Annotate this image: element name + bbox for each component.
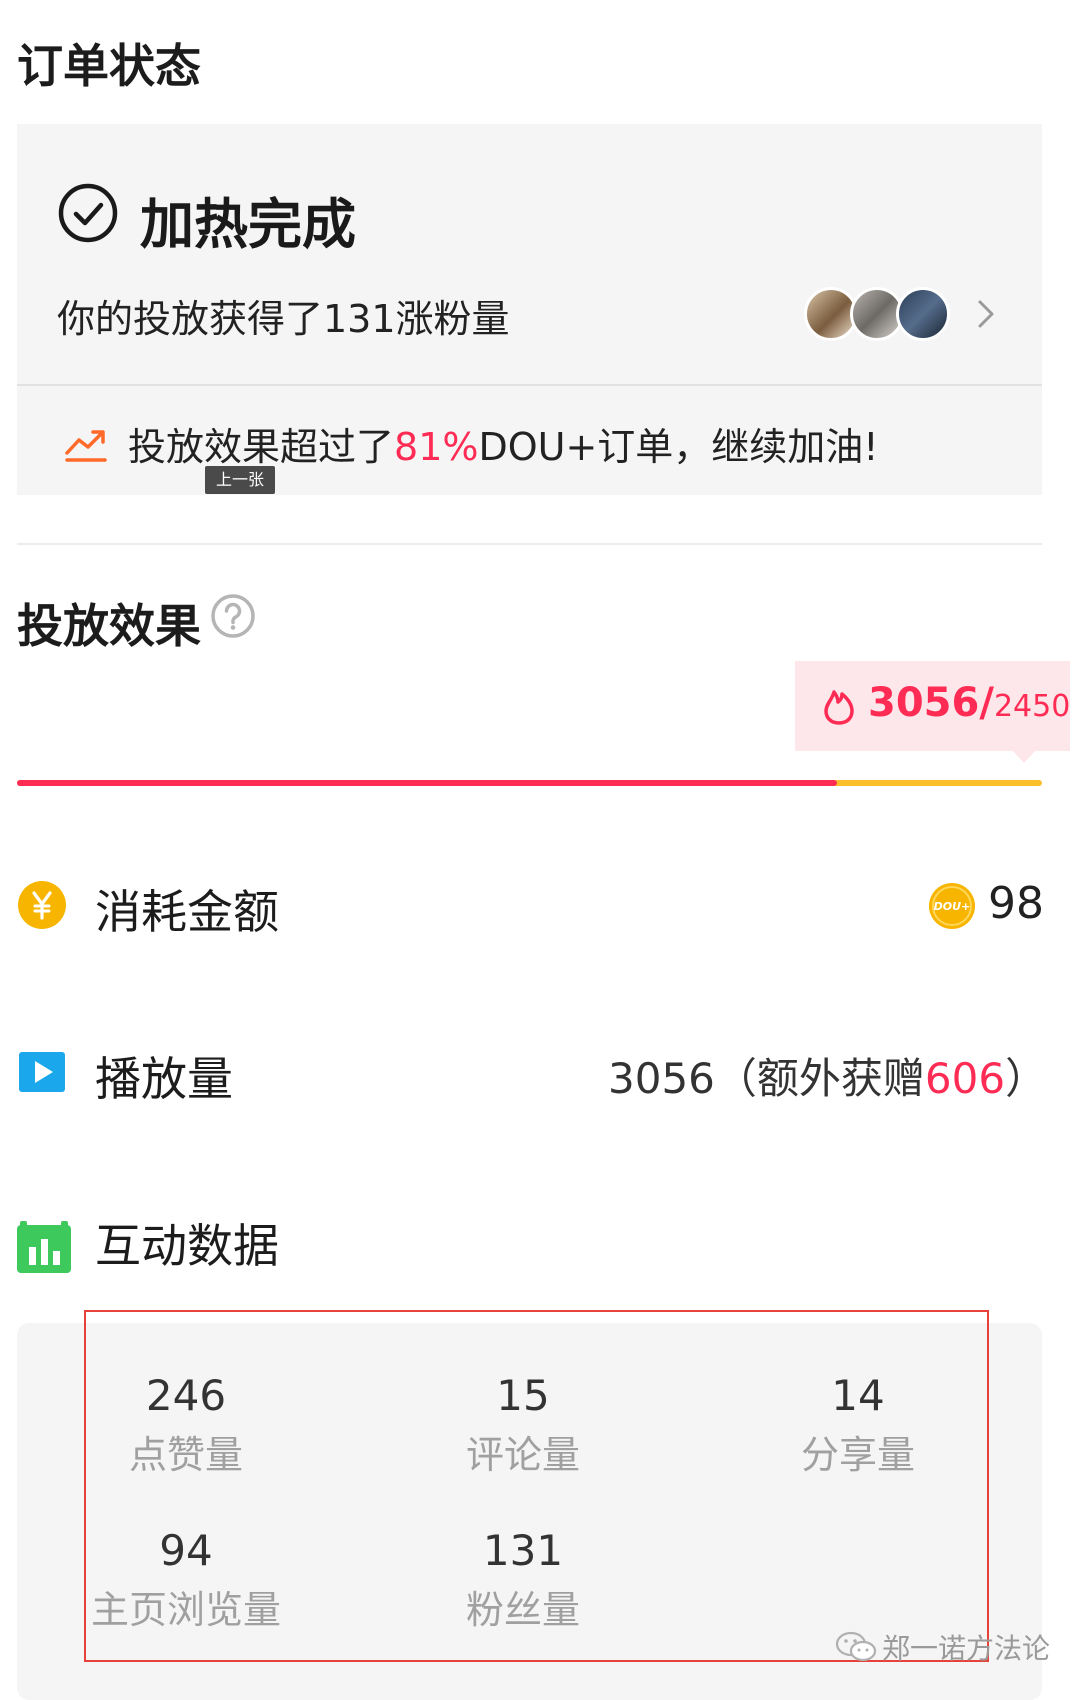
play-value: 3056（额外获赠606） [608, 1045, 1047, 1106]
order-status-title: 订单状态 [17, 39, 201, 93]
progress-fill [17, 780, 837, 786]
tip-prefix: 投放效果超过了 [128, 425, 395, 469]
svg-text:DOU+: DOU+ [934, 900, 971, 913]
yuan-icon [18, 881, 66, 929]
play-progress-value: 3056/2450 [868, 680, 1070, 726]
help-icon[interactable] [210, 593, 256, 639]
spend-label: 消耗金额 [95, 885, 279, 939]
play-bonus: 606 [924, 1054, 1006, 1103]
check-circle-icon [58, 183, 118, 243]
previous-tooltip: 上一张 [205, 466, 275, 494]
play-value-suffix: ） [1005, 1054, 1048, 1103]
tip-suffix: DOU+订单，继续加油! [478, 425, 879, 469]
play-icon [19, 1052, 65, 1092]
status-title: 加热完成 [140, 193, 356, 256]
wechat-icon [835, 1631, 877, 1662]
highlight-frame [84, 1310, 989, 1662]
play-count: 3056/ [868, 680, 994, 726]
play-target: 2450 [993, 689, 1071, 724]
badge-pointer [1013, 751, 1035, 763]
performance-tip: 投放效果超过了81%DOU+订单，继续加油! [128, 416, 879, 471]
bar-chart-icon [17, 1221, 71, 1273]
fire-icon [824, 690, 854, 725]
section-divider [17, 543, 1042, 545]
trend-up-icon [65, 430, 107, 462]
play-label: 播放量 [95, 1052, 233, 1106]
effect-title: 投放效果 [17, 599, 201, 653]
watermark-text: 郑一诺方法论 [882, 1632, 1051, 1665]
card-divider [17, 384, 1042, 386]
interaction-label: 互动数据 [95, 1219, 279, 1273]
watermark: 郑一诺方法论 [834, 1625, 1050, 1669]
chevron-right-icon[interactable] [975, 297, 997, 331]
avatar [896, 287, 950, 341]
dou-coin-icon: DOU+ [929, 883, 975, 929]
tip-percent: 81% [394, 425, 479, 469]
fans-gained-text: 你的投放获得了131涨粉量 [57, 297, 510, 341]
spend-value: 98 [988, 878, 1044, 929]
fan-avatars[interactable] [804, 287, 954, 341]
play-value-prefix: 3056（额外获赠 [608, 1054, 925, 1103]
